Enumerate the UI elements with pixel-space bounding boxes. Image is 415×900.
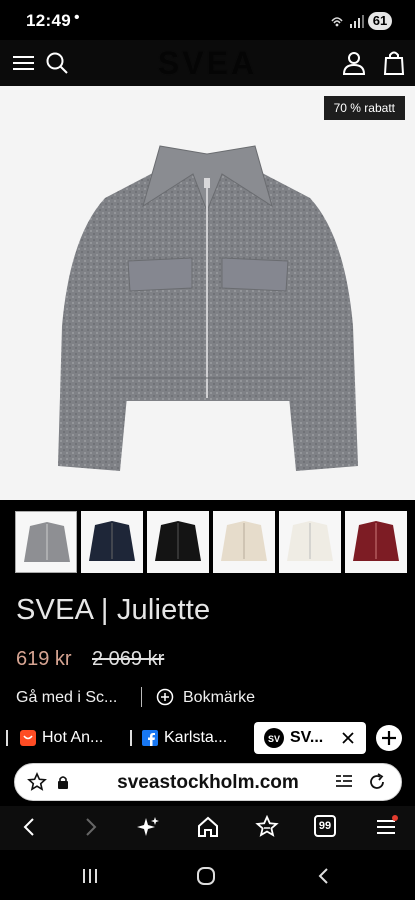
tab-counter[interactable]: 99 <box>314 815 336 837</box>
thumbnail-black[interactable] <box>147 511 209 573</box>
thumbnail-cream[interactable] <box>279 511 341 573</box>
tab-aliexpress[interactable]: Hot An... <box>6 722 126 754</box>
divider <box>141 687 142 707</box>
signal-icon <box>331 15 364 28</box>
back-icon[interactable] <box>18 815 42 839</box>
tab-label: Karlsta... <box>164 729 228 746</box>
svg-text:SV: SV <box>268 734 280 744</box>
thumbnail-burgundy[interactable] <box>345 511 407 573</box>
account-icon[interactable] <box>340 49 368 77</box>
add-bookmark-icon[interactable] <box>156 688 174 706</box>
tab-separator <box>130 730 132 746</box>
menu-more-icon[interactable] <box>374 815 398 839</box>
system-back-icon[interactable] <box>314 867 334 885</box>
tab-label: Hot An... <box>42 729 104 746</box>
tab-svea-active[interactable]: SV SV... <box>254 722 366 754</box>
aliexpress-icon <box>20 730 36 746</box>
tab-separator <box>6 730 8 746</box>
facebook-icon <box>142 730 158 746</box>
jacket-image <box>58 145 358 471</box>
page-actions: Gå med i Sc... Bokmärke <box>0 684 415 714</box>
bookmark-button[interactable]: Bokmärke <box>183 689 255 707</box>
thumbnail-beige[interactable] <box>213 511 275 573</box>
sale-price: 619 kr <box>16 648 72 670</box>
notification-dot: • <box>74 9 80 26</box>
bookmarks-icon[interactable] <box>255 815 279 839</box>
tab-label: SV... <box>290 729 324 746</box>
browser-tab-strip: Hot An... Karlsta... SV SV... <box>0 718 415 758</box>
svea-icon: SV <box>264 728 284 748</box>
bag-icon[interactable] <box>380 49 408 77</box>
status-bar: 12:49 • 61 <box>0 0 415 40</box>
address-bar[interactable]: sveastockholm.com <box>14 763 402 801</box>
status-time: 12:49 <box>26 11 71 30</box>
thumbnail-navy[interactable] <box>81 511 143 573</box>
discount-badge: 70 % rabatt <box>323 96 405 120</box>
original-price: 2 069 kr <box>92 648 165 670</box>
reader-mode-icon[interactable] <box>335 773 353 791</box>
thumbnail-grey[interactable] <box>15 511 77 573</box>
home-icon[interactable] <box>196 815 220 839</box>
join-button[interactable]: Gå med i Sc... <box>16 689 117 707</box>
site-header: SVEA <box>0 40 415 86</box>
product-image[interactable]: 70 % rabatt <box>0 86 415 500</box>
close-tab-icon[interactable] <box>342 732 354 744</box>
battery-indicator: 61 <box>368 12 392 30</box>
color-thumbnails <box>0 500 415 580</box>
home-button-icon[interactable] <box>196 867 216 885</box>
recent-apps-icon[interactable] <box>80 867 100 885</box>
new-tab-icon[interactable] <box>376 725 402 751</box>
forward-icon[interactable] <box>78 815 102 839</box>
reload-icon[interactable] <box>367 772 387 792</box>
system-nav-bar <box>0 850 415 900</box>
tab-facebook[interactable]: Karlsta... <box>130 722 246 754</box>
browser-bottom-nav: 99 <box>0 806 415 850</box>
product-title: SVEA | Juliette <box>16 594 211 626</box>
sparkle-icon[interactable] <box>136 815 160 839</box>
